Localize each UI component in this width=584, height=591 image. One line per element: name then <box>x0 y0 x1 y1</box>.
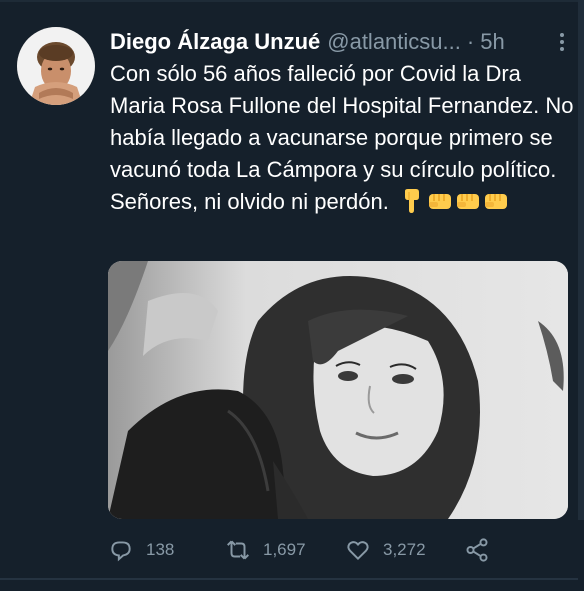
like-count: 3,272 <box>383 540 426 559</box>
divider <box>0 0 584 2</box>
more-options-icon[interactable] <box>554 26 570 58</box>
like-button[interactable]: 3,272 <box>345 536 426 564</box>
scrollbar-thumb[interactable] <box>578 0 584 520</box>
tweet[interactable]: Diego Álzaga Unzué @atlanticsu... · 5h C… <box>0 0 584 591</box>
tweet-actions: 138 1,697 3,272 <box>108 536 568 564</box>
reply-button[interactable]: 138 <box>108 536 174 564</box>
divider <box>0 578 584 580</box>
timestamp[interactable]: 5h <box>480 26 504 58</box>
avatar[interactable] <box>17 27 95 105</box>
fist-icon <box>428 194 451 209</box>
user-handle[interactable]: @atlanticsu... <box>327 26 461 58</box>
heart-icon <box>347 541 369 561</box>
retweet-button[interactable]: 1,697 <box>225 536 306 564</box>
retweet-icon <box>227 540 249 560</box>
retweet-count: 1,697 <box>263 540 306 559</box>
share-icon <box>466 538 488 562</box>
pointing-down-icon <box>404 189 419 213</box>
display-name[interactable]: Diego Álzaga Unzué <box>110 26 320 58</box>
tweet-text-block: Con sólo 56 años falleció por Covid la D… <box>110 58 575 218</box>
fist-icon <box>484 194 507 209</box>
fist-icon <box>456 194 479 209</box>
emoji-group <box>399 189 511 213</box>
share-button[interactable] <box>464 536 502 564</box>
separator-dot: · <box>466 29 475 54</box>
reply-icon <box>111 541 131 562</box>
reply-count: 138 <box>146 540 175 559</box>
tweet-photo[interactable] <box>108 261 568 519</box>
tweet-header: Diego Álzaga Unzué @atlanticsu... · 5h <box>110 26 570 58</box>
